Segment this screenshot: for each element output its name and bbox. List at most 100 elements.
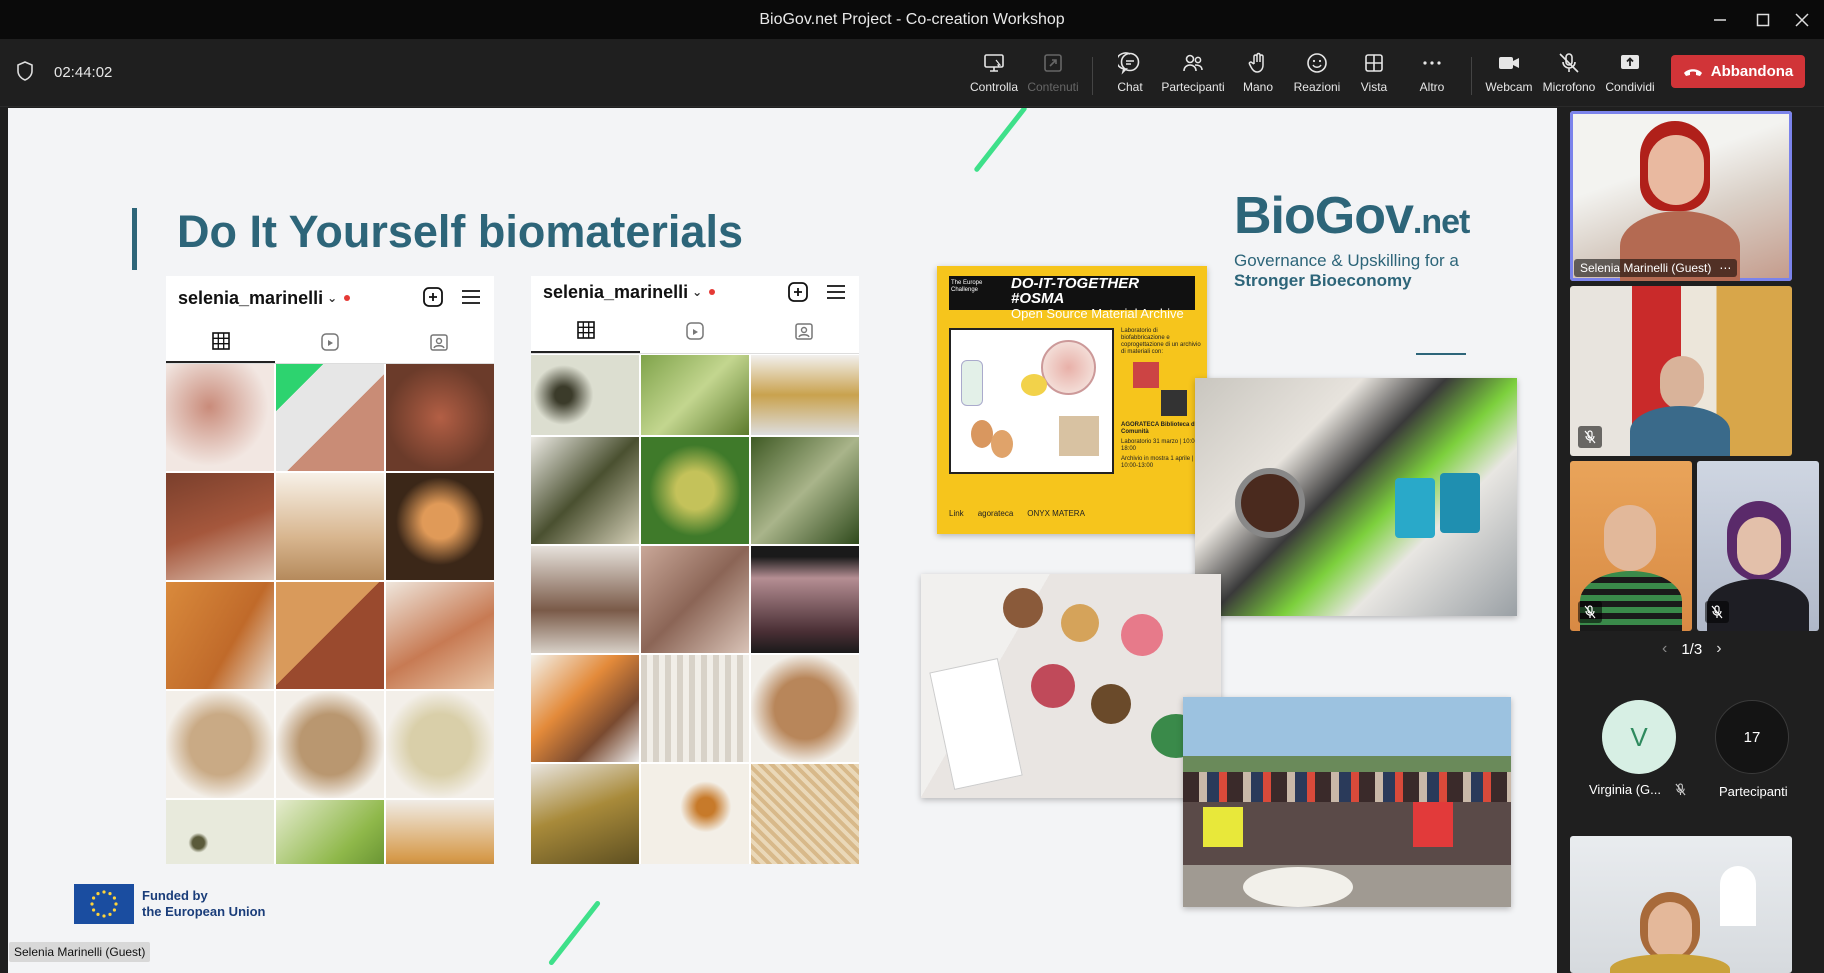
post-thumbnail[interactable] <box>751 437 859 544</box>
post-grid <box>531 355 859 864</box>
meeting-toolbar: 02:44:02 Controlla Contenuti Chat Partec… <box>0 39 1824 107</box>
post-thumbnail[interactable] <box>751 546 859 653</box>
post-thumbnail[interactable] <box>751 355 859 435</box>
leave-button[interactable]: Abbandona <box>1671 55 1805 88</box>
menu-icon <box>460 286 482 308</box>
logo-tagline-1: Governance & Upskilling for a <box>1234 251 1459 270</box>
participants-button[interactable]: Partecipanti <box>1161 51 1225 99</box>
shield-icon[interactable] <box>16 61 34 81</box>
add-post-icon <box>787 281 809 303</box>
post-thumbnail[interactable] <box>531 546 639 653</box>
post-thumbnail[interactable] <box>641 546 749 653</box>
hang-up-icon <box>1683 68 1702 76</box>
post-thumbnail[interactable] <box>386 582 494 689</box>
post-thumbnail[interactable] <box>276 473 384 580</box>
post-thumbnail[interactable] <box>751 764 859 864</box>
more-options-icon[interactable]: ⋯ <box>1719 261 1731 275</box>
poster-info-text: Laboratorio di biofabbricazione e coprog… <box>1121 328 1201 355</box>
share-button[interactable]: Condividi <box>1599 51 1661 99</box>
post-thumbnail[interactable] <box>751 655 859 762</box>
view-button[interactable]: Vista <box>1343 51 1405 99</box>
post-thumbnail[interactable] <box>386 691 494 798</box>
previous-page-icon[interactable]: ‹ <box>1662 640 1667 658</box>
post-thumbnail[interactable] <box>531 437 639 544</box>
window-title: BioGov.net Project - Co-creation Worksho… <box>759 10 1065 28</box>
close-window-button[interactable] <box>1780 0 1824 39</box>
logo-tagline-2: Stronger Bioeconomy <box>1234 271 1412 290</box>
post-thumbnail[interactable] <box>166 364 274 471</box>
participants-count-badge[interactable]: 17 <box>1715 700 1789 774</box>
poster-tag: The Europe Challenge <box>951 280 983 293</box>
video-tile-active-speaker[interactable]: Selenia Marinelli (Guest) ⋯ <box>1570 111 1792 281</box>
post-thumbnail[interactable] <box>641 655 749 762</box>
chat-icon <box>1118 52 1140 75</box>
sponsor-onyx: ONYX MATERA <box>1027 508 1085 518</box>
post-thumbnail[interactable] <box>166 582 274 689</box>
webcam-button[interactable]: Webcam <box>1478 51 1540 99</box>
menu-icon <box>825 281 847 303</box>
next-page-icon[interactable]: › <box>1716 640 1721 658</box>
more-button[interactable]: Altro <box>1401 51 1463 99</box>
video-tile-participant[interactable] <box>1570 461 1692 631</box>
avatar-virginia[interactable]: V <box>1602 700 1676 774</box>
sponsor-agorateca: agorateca <box>977 508 1014 518</box>
post-thumbnail[interactable] <box>276 364 384 471</box>
post-thumbnail[interactable] <box>276 691 384 798</box>
profile-header: selenia_marinelli ⌄ <box>166 276 494 320</box>
video-tile-participant[interactable] <box>1570 286 1792 456</box>
content-button[interactable]: Contenuti <box>1022 51 1084 99</box>
add-post-icon <box>422 286 444 308</box>
control-button[interactable]: Controlla <box>963 51 1025 99</box>
tagged-tab-icon <box>750 308 859 353</box>
post-thumbnail[interactable] <box>386 800 494 864</box>
share-content-icon <box>1044 54 1062 72</box>
post-thumbnail[interactable] <box>166 473 274 580</box>
camera-icon <box>1499 57 1519 69</box>
reactions-button[interactable]: Reazioni <box>1286 51 1348 99</box>
speaker-name: Selenia Marinelli (Guest) <box>1580 261 1712 275</box>
post-thumbnail[interactable] <box>531 764 639 864</box>
poster-lab-date: Laboratorio 31 marzo | 10:00-18:00 <box>1121 439 1200 452</box>
grid-tab-icon <box>531 308 641 353</box>
post-thumbnail[interactable] <box>641 764 749 864</box>
content-label: Contenuti <box>1027 80 1079 94</box>
hand-icon <box>1248 52 1264 73</box>
meeting-timer: 02:44:02 <box>54 64 113 81</box>
post-grid <box>166 364 494 864</box>
eu-flag-icon <box>74 884 134 924</box>
workshop-photo-samples <box>921 574 1221 798</box>
view-label: Vista <box>1360 80 1388 94</box>
microphone-button[interactable]: Microfono <box>1538 51 1600 99</box>
poster-info: Laboratorio di biofabbricazione e coprog… <box>1121 328 1201 470</box>
post-thumbnail[interactable] <box>641 355 749 435</box>
maximize-button[interactable] <box>1741 0 1785 39</box>
post-thumbnail[interactable] <box>166 691 274 798</box>
chat-button[interactable]: Chat <box>1099 51 1161 99</box>
post-thumbnail[interactable] <box>386 473 494 580</box>
post-thumbnail[interactable] <box>641 437 749 544</box>
sponsor-link: Link <box>949 508 964 518</box>
more-icon <box>1423 61 1441 65</box>
maximize-icon <box>1756 13 1770 26</box>
post-thumbnail[interactable] <box>531 355 639 435</box>
post-thumbnail[interactable] <box>386 364 494 471</box>
post-thumbnail[interactable] <box>166 800 274 864</box>
video-tile-participant[interactable] <box>1570 836 1792 973</box>
participant-count: 17 <box>1743 728 1761 746</box>
post-thumbnail[interactable] <box>276 582 384 689</box>
grid-view-icon <box>1365 54 1383 72</box>
reels-tab-icon <box>640 308 749 353</box>
eu-line-1: Funded by <box>142 888 208 903</box>
raise-hand-button[interactable]: Mano <box>1227 51 1289 99</box>
post-thumbnail[interactable] <box>531 655 639 762</box>
minimize-icon <box>1714 18 1726 21</box>
webcam-label: Webcam <box>1485 80 1533 94</box>
chat-label: Chat <box>1117 80 1143 94</box>
decorative-line <box>973 108 1028 173</box>
logo-suffix: .net <box>1412 203 1470 241</box>
post-thumbnail[interactable] <box>276 800 384 864</box>
minimize-button[interactable] <box>1698 0 1742 39</box>
video-tile-participant[interactable] <box>1697 461 1819 631</box>
poster-title: DO-IT-TOGETHER #OSMA <box>1011 275 1140 307</box>
reactions-label: Reazioni <box>1293 80 1341 94</box>
